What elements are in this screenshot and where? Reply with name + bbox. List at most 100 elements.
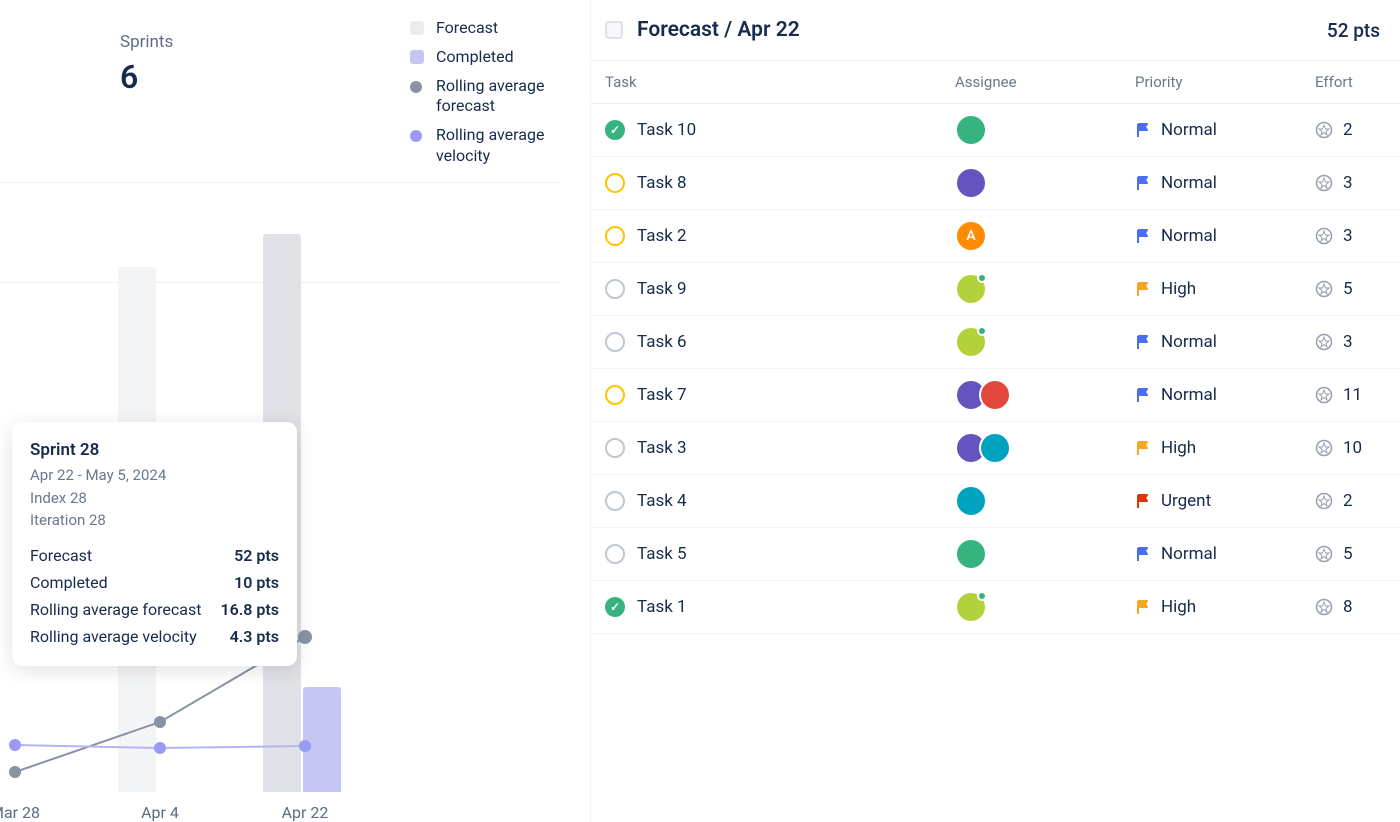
task-name[interactable]: Task 5 (637, 544, 955, 564)
assignee-cell[interactable] (955, 326, 1135, 358)
effort-cell[interactable]: 10 (1315, 438, 1380, 458)
priority-cell[interactable]: Normal (1135, 226, 1315, 246)
task-name[interactable]: Task 8 (637, 173, 955, 193)
check-circle-icon[interactable] (605, 120, 625, 140)
task-name[interactable]: Task 10 (637, 120, 955, 140)
avatar[interactable] (955, 273, 987, 305)
effort-icon (1315, 333, 1333, 351)
task-row[interactable]: Task 1 High 8 (591, 581, 1400, 634)
task-row[interactable]: Task 6 Normal3 (591, 316, 1400, 369)
effort-cell[interactable]: 3 (1315, 226, 1380, 246)
square-icon (410, 50, 424, 64)
chart-legend: Forecast Completed Rolling average forec… (410, 18, 576, 175)
avatar[interactable] (955, 167, 987, 199)
select-all-checkbox[interactable] (605, 21, 623, 39)
col-header-task[interactable]: Task (605, 73, 955, 91)
task-row[interactable]: Task 3 High 10 (591, 422, 1400, 475)
effort-cell[interactable]: 11 (1315, 385, 1380, 405)
priority-cell[interactable]: Normal (1135, 332, 1315, 352)
avatar[interactable] (955, 485, 987, 517)
circle-progress-icon[interactable] (605, 173, 625, 193)
circle-icon[interactable] (605, 491, 625, 511)
task-row[interactable]: Task 2A Normal3 (591, 210, 1400, 263)
circle-icon[interactable] (605, 332, 625, 352)
avatar[interactable] (979, 432, 1011, 464)
task-row[interactable]: Task 4 Urgent 2 (591, 475, 1400, 528)
effort-value: 10 (1343, 438, 1362, 458)
priority-label: High (1161, 279, 1196, 299)
column-headers: Task Assignee Priority Effort (591, 60, 1400, 104)
task-name[interactable]: Task 4 (637, 491, 955, 511)
tooltip-daterange: Apr 22 - May 5, 2024 (30, 464, 279, 487)
effort-cell[interactable]: 5 (1315, 544, 1380, 564)
assignee-cell[interactable]: A (955, 220, 1135, 252)
effort-cell[interactable]: 8 (1315, 597, 1380, 617)
priority-cell[interactable]: Normal (1135, 120, 1315, 140)
task-list[interactable]: Task 10Normal2Task 8Normal3Task 2ANormal… (591, 104, 1400, 822)
effort-icon (1315, 386, 1333, 404)
task-name[interactable]: Task 1 (637, 597, 955, 617)
priority-label: High (1161, 597, 1196, 617)
legend-item-rolling-velocity[interactable]: Rolling average velocity (410, 125, 576, 167)
priority-label: Normal (1161, 173, 1217, 193)
dot-icon (410, 81, 422, 93)
flag-icon (1135, 228, 1151, 244)
chart-tooltip: Sprint 28 Apr 22 - May 5, 2024 Index 28 … (12, 422, 297, 666)
circle-progress-icon[interactable] (605, 385, 625, 405)
sprint-chart[interactable]: Mar 28 Apr 4 Apr 22 Sprint 28 Apr 22 - M… (0, 182, 590, 822)
priority-cell[interactable]: Normal (1135, 544, 1315, 564)
effort-cell[interactable]: 3 (1315, 332, 1380, 352)
col-header-assignee[interactable]: Assignee (955, 73, 1135, 91)
task-row[interactable]: Task 8 Normal 3 (591, 157, 1400, 210)
avatar[interactable] (955, 538, 987, 570)
col-header-effort[interactable]: Effort (1315, 73, 1380, 91)
assignee-cell[interactable] (955, 485, 1135, 517)
legend-item-forecast[interactable]: Forecast (410, 18, 576, 39)
circle-icon[interactable] (605, 544, 625, 564)
effort-value: 2 (1343, 491, 1353, 511)
task-name[interactable]: Task 7 (637, 385, 955, 405)
task-name[interactable]: Task 2 (637, 226, 955, 246)
circle-icon[interactable] (605, 279, 625, 299)
effort-cell[interactable]: 3 (1315, 173, 1380, 193)
circle-progress-icon[interactable] (605, 226, 625, 246)
assignee-cell[interactable] (955, 591, 1135, 623)
priority-cell[interactable]: Normal (1135, 385, 1315, 405)
priority-cell[interactable]: High (1135, 438, 1315, 458)
task-row[interactable]: Task 7 Normal 11 (591, 369, 1400, 422)
legend-item-completed[interactable]: Completed (410, 47, 576, 68)
effort-cell[interactable]: 5 (1315, 279, 1380, 299)
col-header-priority[interactable]: Priority (1135, 73, 1315, 91)
priority-cell[interactable]: Normal (1135, 173, 1315, 193)
task-row[interactable]: Task 9 High 5 (591, 263, 1400, 316)
assignee-cell[interactable] (955, 538, 1135, 570)
priority-cell[interactable]: High (1135, 279, 1315, 299)
avatar[interactable] (979, 379, 1011, 411)
effort-icon (1315, 121, 1333, 139)
task-row[interactable]: Task 5 Normal5 (591, 528, 1400, 581)
circle-icon[interactable] (605, 438, 625, 458)
assignee-cell[interactable] (955, 379, 1135, 411)
assignee-cell[interactable] (955, 114, 1135, 146)
avatar[interactable]: A (955, 220, 987, 252)
effort-cell[interactable]: 2 (1315, 120, 1380, 140)
effort-icon (1315, 280, 1333, 298)
legend-item-rolling-forecast[interactable]: Rolling average forecast (410, 76, 576, 118)
priority-cell[interactable]: High (1135, 597, 1315, 617)
task-name[interactable]: Task 3 (637, 438, 955, 458)
avatar[interactable] (955, 114, 987, 146)
assignee-cell[interactable] (955, 432, 1135, 464)
flag-icon (1135, 387, 1151, 403)
priority-label: Normal (1161, 385, 1217, 405)
check-circle-icon[interactable] (605, 597, 625, 617)
avatar[interactable] (955, 591, 987, 623)
task-name[interactable]: Task 9 (637, 279, 955, 299)
effort-icon (1315, 439, 1333, 457)
task-row[interactable]: Task 10 Normal2 (591, 104, 1400, 157)
effort-cell[interactable]: 2 (1315, 491, 1380, 511)
task-name[interactable]: Task 6 (637, 332, 955, 352)
priority-cell[interactable]: Urgent (1135, 491, 1315, 511)
avatar[interactable] (955, 326, 987, 358)
assignee-cell[interactable] (955, 167, 1135, 199)
assignee-cell[interactable] (955, 273, 1135, 305)
